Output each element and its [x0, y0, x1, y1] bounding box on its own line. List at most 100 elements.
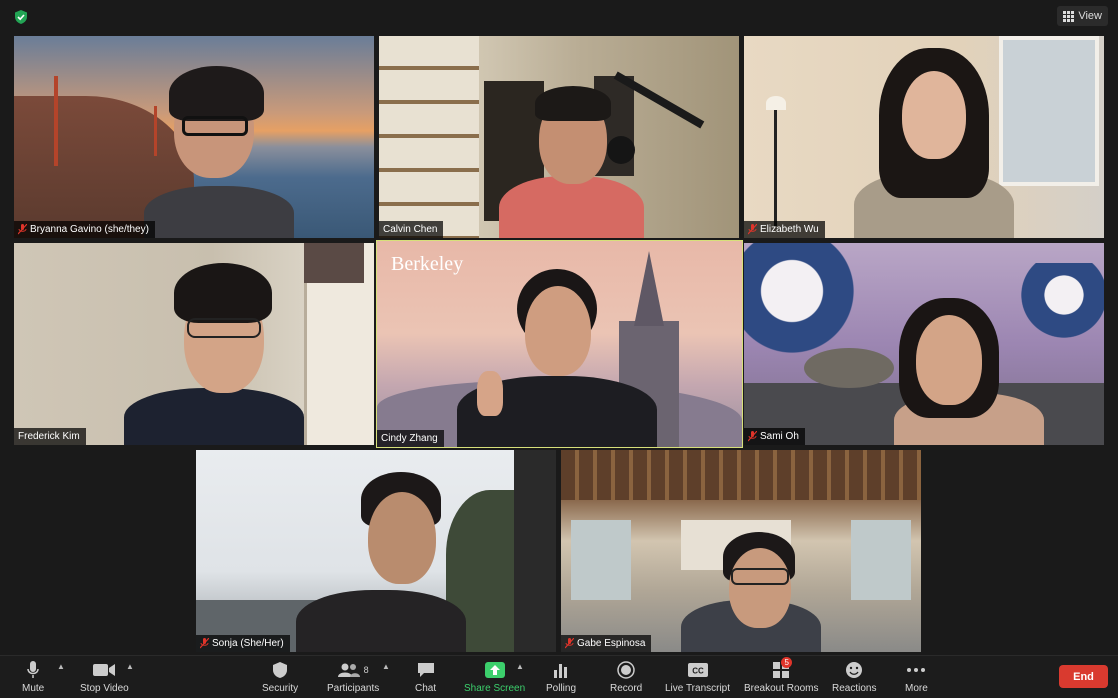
participants-button[interactable]: 8 Participants	[327, 660, 379, 694]
glasses	[187, 318, 261, 338]
video-tile-elizabeth[interactable]: Elizabeth Wu	[744, 36, 1104, 238]
closed-caption-icon: CC	[687, 663, 708, 677]
record-icon	[617, 661, 635, 679]
microphone	[607, 136, 635, 164]
live-transcript-label: Live Transcript	[665, 683, 731, 694]
poster	[304, 243, 364, 283]
person-body	[124, 388, 304, 445]
security-label: Security	[262, 683, 299, 694]
security-button[interactable]: Security	[262, 660, 298, 694]
participant-name-tag: Elizabeth Wu	[744, 221, 825, 238]
live-transcript-button[interactable]: CC Live Transcript	[665, 660, 730, 694]
participant-name-tag: Sonja (She/Her)	[196, 635, 290, 652]
video-camera-icon	[93, 664, 116, 676]
chat-bubble-icon	[417, 663, 434, 677]
mute-label: Mute	[22, 683, 45, 694]
muted-mic-icon	[748, 224, 757, 235]
meeting-toolbar: Mute ▲ Stop Video ▲ Security 8 Participa…	[0, 655, 1118, 698]
lamp-shade	[766, 96, 786, 110]
person-body	[296, 590, 466, 652]
window-left	[571, 520, 631, 600]
record-button[interactable]: Record	[610, 660, 642, 694]
participant-name-tag: Sami Oh	[744, 428, 805, 445]
peace-sign-hand	[477, 371, 503, 416]
cat	[804, 348, 894, 388]
berkeley-logo-text: Berkeley	[391, 253, 464, 275]
wood-ceiling	[561, 450, 921, 500]
participants-label: Participants	[327, 683, 380, 694]
person-hair	[535, 86, 611, 121]
reactions-label: Reactions	[832, 683, 877, 694]
participant-name: Gabe Espinosa	[577, 638, 646, 649]
view-label: View	[1078, 10, 1102, 22]
breakout-rooms-label: Breakout Rooms	[744, 683, 819, 694]
wave-art	[744, 243, 864, 363]
stop-video-label: Stop Video	[80, 683, 129, 694]
view-button[interactable]: View	[1057, 6, 1108, 26]
video-tile-calvin[interactable]: Calvin Chen	[379, 36, 739, 238]
campanile-spire	[634, 251, 664, 326]
person-face	[368, 492, 436, 584]
share-screen-label: Share Screen	[464, 683, 526, 694]
mute-button[interactable]: Mute	[22, 660, 44, 694]
person-hair	[169, 66, 264, 121]
bridge-tower	[54, 76, 58, 166]
person-face	[916, 315, 982, 405]
participant-name-tag: Frederick Kim	[14, 428, 86, 445]
participant-name: Cindy Zhang	[381, 433, 438, 444]
reactions-button[interactable]: Reactions	[832, 660, 876, 694]
bar-chart-icon	[554, 664, 568, 678]
floor-lamp	[774, 106, 777, 226]
person-face	[525, 286, 591, 376]
breakout-count-badge: 5	[781, 657, 793, 668]
share-screen-icon	[484, 662, 505, 678]
video-tile-frederick[interactable]: Frederick Kim	[14, 243, 374, 445]
video-tile-bryanna[interactable]: Bryanna Gavino (she/they)	[14, 36, 374, 238]
video-tile-cindy-active-speaker[interactable]: Berkeley Cindy Zhang	[376, 240, 743, 448]
participant-name-tag: Gabe Espinosa	[561, 635, 652, 652]
end-meeting-button[interactable]: End	[1059, 665, 1108, 688]
video-tile-sami[interactable]: Sami Oh	[744, 243, 1104, 445]
breakout-rooms-button[interactable]: 5 Breakout Rooms	[744, 657, 819, 694]
window-right	[851, 520, 911, 600]
person-hair	[174, 263, 272, 323]
security-shield-icon[interactable]	[13, 9, 29, 25]
participant-name: Bryanna Gavino (she/they)	[30, 224, 149, 235]
participant-name: Frederick Kim	[18, 431, 80, 442]
muted-mic-icon	[18, 224, 27, 235]
participant-name: Elizabeth Wu	[760, 224, 819, 235]
chat-button[interactable]: Chat	[415, 660, 436, 694]
window	[999, 36, 1099, 186]
share-options-caret-icon[interactable]: ▲	[516, 662, 524, 671]
ellipsis-icon	[907, 668, 926, 672]
muted-mic-icon	[565, 638, 574, 649]
participant-name: Sami Oh	[760, 431, 799, 442]
participants-caret-icon[interactable]: ▲	[382, 662, 390, 671]
stop-video-button[interactable]: Stop Video	[80, 660, 129, 694]
video-tile-sonja[interactable]: Sonja (She/Her)	[196, 450, 556, 652]
participant-name: Calvin Chen	[383, 224, 438, 235]
smiley-icon	[846, 662, 863, 678]
person-face	[729, 548, 791, 628]
record-label: Record	[610, 683, 643, 694]
polling-button[interactable]: Polling	[546, 660, 576, 694]
glasses	[182, 116, 248, 136]
more-label: More	[905, 683, 928, 694]
microphone-icon	[27, 661, 39, 678]
more-button[interactable]: More	[905, 660, 928, 694]
participant-name: Sonja (She/Her)	[212, 638, 284, 649]
bookshelf	[379, 36, 479, 238]
video-options-caret-icon[interactable]: ▲	[126, 662, 134, 671]
shield-icon	[273, 662, 288, 678]
participant-name-tag: Calvin Chen	[379, 221, 444, 238]
video-tile-gabe[interactable]: Gabe Espinosa	[561, 450, 921, 652]
gallery-grid-icon	[1063, 10, 1075, 22]
person-body	[499, 176, 644, 238]
muted-mic-icon	[748, 431, 757, 442]
bridge-tower	[154, 106, 157, 156]
audio-options-caret-icon[interactable]: ▲	[57, 662, 65, 671]
participant-name-tag: Cindy Zhang	[377, 430, 444, 447]
svg-text:CC: CC	[692, 667, 704, 676]
participant-name-tag: Bryanna Gavino (she/they)	[14, 221, 155, 238]
top-bar: View	[0, 0, 1118, 32]
